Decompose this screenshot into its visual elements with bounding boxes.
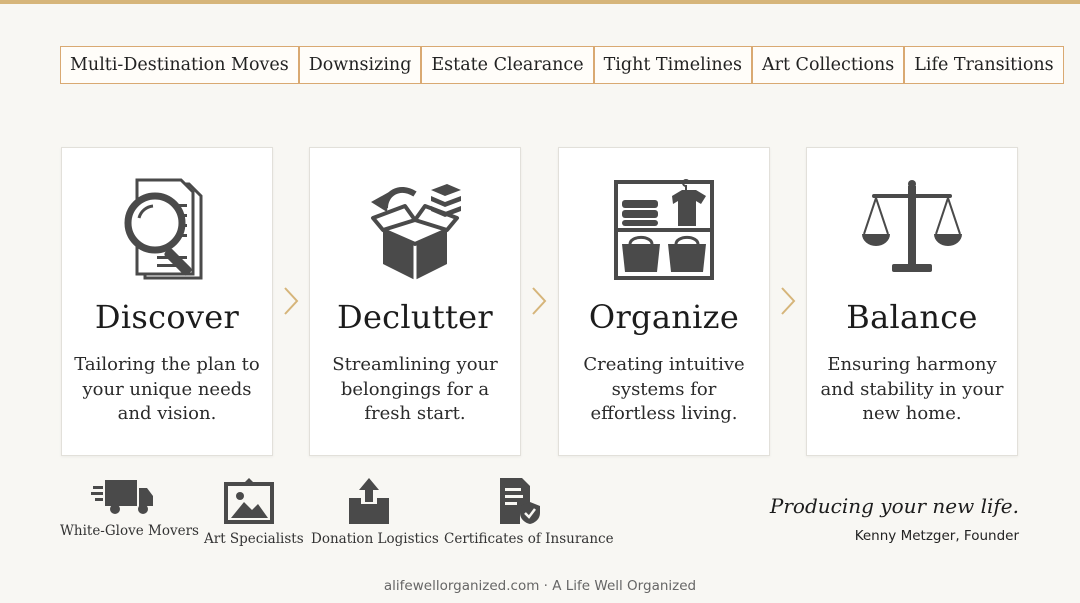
balance-scale-icon	[862, 180, 962, 272]
tag-art-collections: Art Collections	[751, 46, 905, 84]
top-accent-bar	[0, 0, 1080, 4]
tag-estate-clearance: Estate Clearance	[421, 46, 594, 84]
moving-truck-icon	[91, 480, 153, 514]
feature-white-glove-movers: White-Glove Movers	[60, 478, 199, 539]
feature-art-specialists: Art Specialists	[204, 478, 304, 547]
step-title: Declutter	[336, 298, 493, 336]
step-description: Streamlining your belongings for a fresh…	[332, 354, 498, 424]
open-box-icon	[371, 184, 461, 280]
closet-shelves-icon	[614, 179, 714, 280]
step-description: Creating intuitive systems for effortles…	[583, 354, 745, 424]
feature-certificates-of-insurance: Certificates of Insurance	[444, 478, 614, 547]
step-title: Balance	[846, 298, 978, 336]
step-title: Discover	[94, 298, 240, 336]
feature-label: White-Glove Movers	[60, 523, 199, 539]
donation-box-icon	[349, 478, 389, 524]
service-tags: Multi-Destination Moves Downsizing Estat…	[60, 46, 1064, 84]
step-card-organize: Organize Creating intuitive systems for …	[558, 147, 770, 456]
feature-label: Certificates of Insurance	[444, 531, 614, 547]
step-card-discover: Discover Tailoring the plan to your uniq…	[61, 147, 273, 456]
step-description: Ensuring harmony and stability in your n…	[820, 354, 1004, 424]
framed-picture-icon	[224, 478, 274, 524]
step-card-declutter: Declutter Streamlining your belongings f…	[309, 147, 521, 456]
feature-label: Donation Logistics	[311, 531, 439, 547]
footer-website: alifewellorganized.com · A Life Well Org…	[383, 578, 697, 594]
chevron-right-icon	[284, 287, 299, 315]
chevron-right-icon	[781, 287, 796, 315]
step-card-balance: Balance Ensuring harmony and stability i…	[806, 147, 1018, 456]
feature-label: Art Specialists	[204, 531, 304, 547]
tagline: Producing your new life.	[769, 494, 1019, 518]
founder-credit: Kenny Metzger, Founder	[854, 528, 1019, 544]
tag-tight-timelines: Tight Timelines	[593, 46, 752, 84]
step-title: Organize	[588, 298, 740, 336]
insurance-certificate-icon	[500, 478, 540, 524]
tag-life-transitions: Life Transitions	[904, 46, 1064, 84]
tag-multi-destination-moves: Multi-Destination Moves	[60, 46, 299, 84]
feature-donation-logistics: Donation Logistics	[311, 478, 439, 547]
magnifier-document-icon	[124, 178, 203, 280]
chevron-right-icon	[532, 287, 547, 315]
tag-downsizing: Downsizing	[298, 46, 422, 84]
step-description: Tailoring the plan to your unique needs …	[74, 354, 260, 424]
